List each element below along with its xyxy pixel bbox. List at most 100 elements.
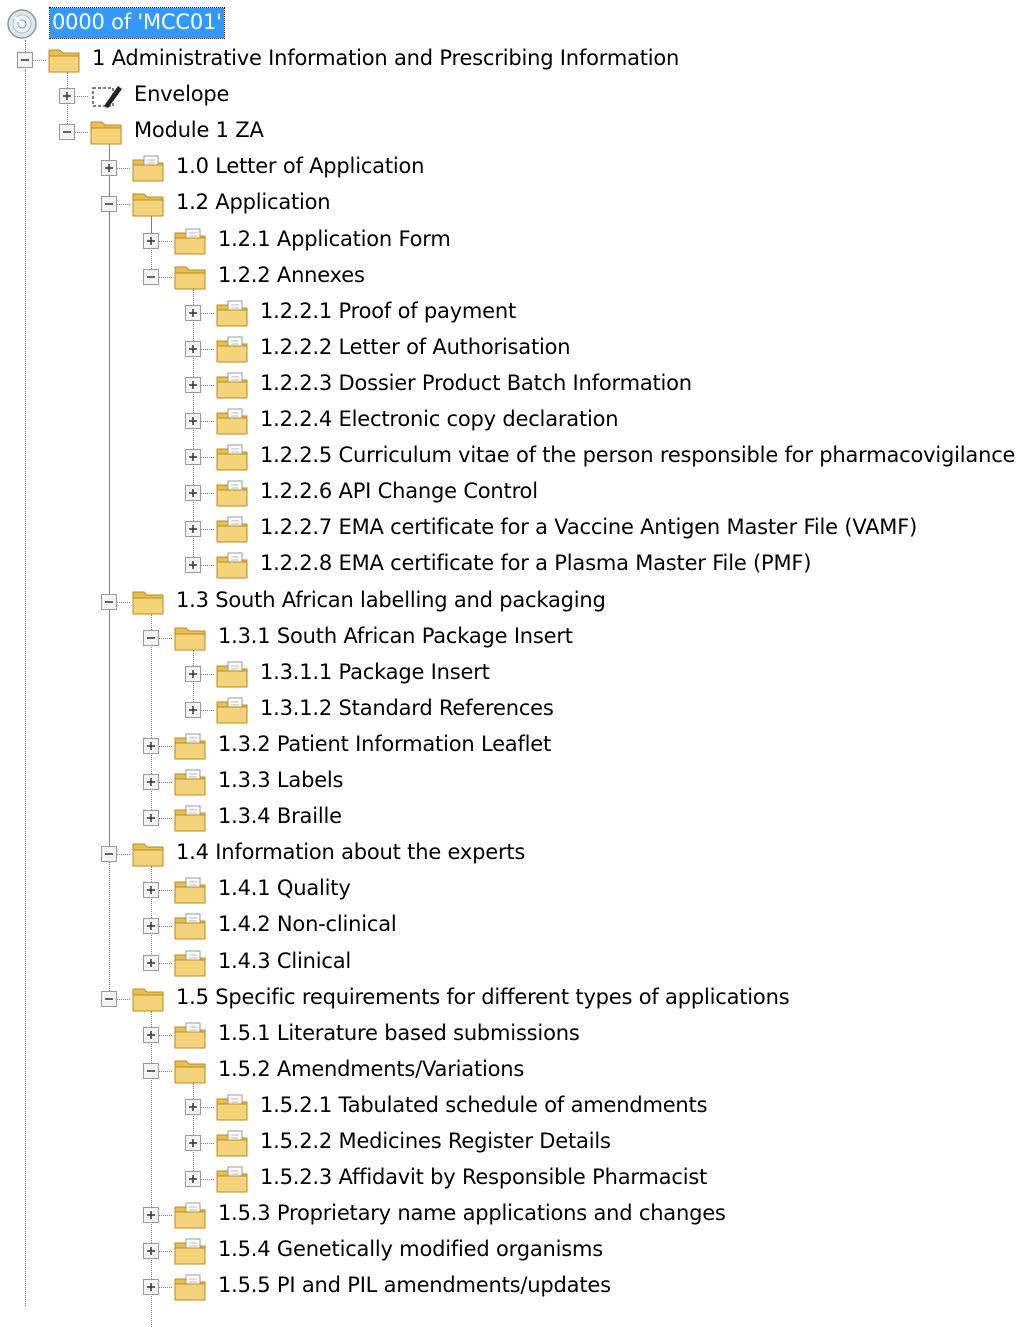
tree-item-row[interactable]: 1.0 Letter of Application	[0, 154, 1032, 190]
tree-item-label[interactable]: 1.3 South African labelling and packagin…	[176, 586, 606, 616]
tree-item-row[interactable]: 1.3.4 Braille	[0, 804, 1032, 840]
expand-toggle-icon[interactable]	[143, 1207, 159, 1224]
expand-toggle-icon[interactable]	[143, 1279, 159, 1296]
tree-item-label[interactable]: 1.2.2.1 Proof of payment	[260, 297, 516, 327]
expand-toggle-icon[interactable]	[185, 340, 201, 357]
tree-root-label[interactable]: 0000 of 'MCC01'	[49, 7, 225, 39]
expand-toggle-icon[interactable]	[143, 810, 159, 827]
expand-toggle-icon[interactable]	[143, 737, 159, 754]
expand-toggle-icon[interactable]	[185, 1171, 201, 1188]
tree-item-label[interactable]: 1.2.2.7 EMA certificate for a Vaccine An…	[260, 513, 917, 543]
collapse-toggle-icon[interactable]	[143, 629, 159, 646]
tree-item-row[interactable]: 1.3 South African labelling and packagin…	[0, 588, 1032, 624]
expand-toggle-icon[interactable]	[143, 918, 159, 935]
tree-item-row[interactable]: Envelope	[0, 82, 1032, 118]
expand-toggle-icon[interactable]	[185, 665, 201, 682]
expand-toggle-icon[interactable]	[143, 882, 159, 899]
tree-item-row[interactable]: 1.2.2.4 Electronic copy declaration	[0, 407, 1032, 443]
tree-item-row[interactable]: 1.5.4 Genetically modified organisms	[0, 1237, 1032, 1273]
expand-toggle-icon[interactable]	[185, 376, 201, 393]
tree-item-row[interactable]: 1.5.2.3 Affidavit by Responsible Pharmac…	[0, 1165, 1032, 1201]
tree-item-label[interactable]: 1.5.2 Amendments/Variations	[218, 1055, 524, 1085]
collapse-toggle-icon[interactable]	[101, 593, 117, 610]
tree-item-label[interactable]: 1.2.2 Annexes	[218, 261, 365, 291]
tree-item-row[interactable]: 1.5.5 PI and PIL amendments/updates	[0, 1273, 1032, 1309]
expand-toggle-icon[interactable]	[101, 160, 117, 177]
tree-item-label[interactable]: 1.3.1.2 Standard References	[260, 694, 554, 724]
tree-item-label[interactable]: 1.2.2.5 Curriculum vitae of the person r…	[260, 441, 1015, 471]
tree-item-label[interactable]: 1.5.2.2 Medicines Register Details	[260, 1127, 611, 1157]
tree-item-label[interactable]: 1.2.2.4 Electronic copy declaration	[260, 405, 619, 435]
tree-item-label[interactable]: 1.5 Specific requirements for different …	[176, 983, 790, 1013]
tree-item-label[interactable]: Envelope	[134, 80, 229, 110]
tree-item-label[interactable]: 1.3.2 Patient Information Leaflet	[218, 730, 551, 760]
tree-item-label[interactable]: 1.2 Application	[176, 188, 331, 218]
tree-item-row[interactable]: 1.4.3 Clinical	[0, 949, 1032, 985]
expand-toggle-icon[interactable]	[185, 449, 201, 466]
collapse-toggle-icon[interactable]	[143, 1062, 159, 1079]
tree-item-label[interactable]: 1.0 Letter of Application	[176, 152, 424, 182]
collapse-toggle-icon[interactable]	[143, 268, 159, 285]
expand-toggle-icon[interactable]	[143, 232, 159, 249]
tree-item-label[interactable]: 1.4.1 Quality	[218, 874, 351, 904]
tree-item-label[interactable]: 1.5.2.3 Affidavit by Responsible Pharmac…	[260, 1163, 707, 1193]
tree-item-row[interactable]: 1.5.3 Proprietary name applications and …	[0, 1201, 1032, 1237]
expand-toggle-icon[interactable]	[143, 1243, 159, 1260]
tree-item-row[interactable]: 1.2.2.6 API Change Control	[0, 479, 1032, 515]
expand-toggle-icon[interactable]	[185, 413, 201, 429]
expand-toggle-icon[interactable]	[185, 1135, 201, 1151]
tree-item-label[interactable]: 1.2.2.3 Dossier Product Batch Informatio…	[260, 369, 692, 399]
tree-item-label[interactable]: 1.3.3 Labels	[218, 766, 344, 796]
tree-item-row[interactable]: 1.2.2.8 EMA certificate for a Plasma Mas…	[0, 551, 1032, 587]
collapse-toggle-icon[interactable]	[17, 52, 33, 68]
tree-item-row[interactable]: 1.3.1 South African Package Insert	[0, 624, 1032, 660]
tree-item-label[interactable]: 1.5.2.1 Tabulated schedule of amendments	[260, 1091, 708, 1121]
tree-item-label[interactable]: 1.2.2.2 Letter of Authorisation	[260, 333, 571, 363]
tree-item-label[interactable]: 1.5.4 Genetically modified organisms	[218, 1235, 603, 1265]
tree-item-row[interactable]: 1.3.1.2 Standard References	[0, 696, 1032, 732]
tree-item-label[interactable]: 1.4.3 Clinical	[218, 947, 351, 977]
tree-item-row[interactable]: 1.2.2.3 Dossier Product Batch Informatio…	[0, 371, 1032, 407]
tree-item-label[interactable]: 1.5.5 PI and PIL amendments/updates	[218, 1271, 611, 1301]
tree-item-row[interactable]: 1.2.2.5 Curriculum vitae of the person r…	[0, 443, 1032, 479]
collapse-toggle-icon[interactable]	[101, 846, 117, 863]
tree-item-row[interactable]: 1.3.1.1 Package Insert	[0, 660, 1032, 696]
tree-item-label[interactable]: 1.5.1 Literature based submissions	[218, 1019, 580, 1049]
expand-toggle-icon[interactable]	[185, 557, 201, 574]
tree-item-row[interactable]: 1 Administrative Information and Prescri…	[0, 46, 1032, 82]
expand-toggle-icon[interactable]	[143, 1026, 159, 1043]
tree-item-label[interactable]: 1 Administrative Information and Prescri…	[92, 44, 679, 74]
tree-item-label[interactable]: 1.3.1 South African Package Insert	[218, 622, 573, 652]
tree-item-row[interactable]: 1.5.2.1 Tabulated schedule of amendments	[0, 1093, 1032, 1129]
tree-item-row[interactable]: 1.2.2.1 Proof of payment	[0, 299, 1032, 335]
tree-item-row[interactable]: 1.2 Application	[0, 190, 1032, 226]
tree-item-label[interactable]: 1.2.2.6 API Change Control	[260, 477, 538, 507]
tree-item-row[interactable]: 1.5.2 Amendments/Variations	[0, 1057, 1032, 1093]
tree-item-row[interactable]: 1.5.1 Literature based submissions	[0, 1021, 1032, 1057]
expand-toggle-icon[interactable]	[185, 701, 201, 718]
expand-toggle-icon[interactable]	[185, 521, 201, 538]
tree-item-row[interactable]: 1.2.2.7 EMA certificate for a Vaccine An…	[0, 515, 1032, 551]
tree-item-row[interactable]: 1.2.2.2 Letter of Authorisation	[0, 335, 1032, 371]
tree-item-label[interactable]: 1.3.1.1 Package Insert	[260, 658, 490, 688]
tree-root-row[interactable]: 0000 of 'MCC01'	[0, 7, 240, 46]
expand-toggle-icon[interactable]	[59, 88, 75, 105]
tree-item-row[interactable]: 1.4.1 Quality	[0, 876, 1032, 912]
tree-item-label[interactable]: 1.2.1 Application Form	[218, 225, 451, 255]
tree-item-row[interactable]: 1.3.2 Patient Information Leaflet	[0, 732, 1032, 768]
collapse-toggle-icon[interactable]	[101, 990, 117, 1007]
tree-item-row[interactable]: Module 1 ZA	[0, 118, 1032, 154]
tree-item-label[interactable]: 1.5.3 Proprietary name applications and …	[218, 1199, 726, 1229]
tree-item-label[interactable]: Module 1 ZA	[134, 116, 264, 146]
tree-item-row[interactable]: 1.4.2 Non-clinical	[0, 912, 1032, 948]
tree-item-row[interactable]: 1.4 Information about the experts	[0, 840, 1032, 876]
tree-item-label[interactable]: 1.4.2 Non-clinical	[218, 910, 397, 940]
expand-toggle-icon[interactable]	[185, 304, 201, 321]
expand-toggle-icon[interactable]	[143, 774, 159, 790]
expand-toggle-icon[interactable]	[143, 954, 159, 971]
collapse-toggle-icon[interactable]	[59, 124, 75, 141]
document-tree[interactable]: 0000 of 'MCC01' 1 Administrative Informa…	[0, 0, 1032, 1327]
tree-item-label[interactable]: 1.2.2.8 EMA certificate for a Plasma Mas…	[260, 549, 811, 579]
tree-item-label[interactable]: 1.4 Information about the experts	[176, 838, 525, 868]
tree-item-row[interactable]: 1.2.1 Application Form	[0, 227, 1032, 263]
